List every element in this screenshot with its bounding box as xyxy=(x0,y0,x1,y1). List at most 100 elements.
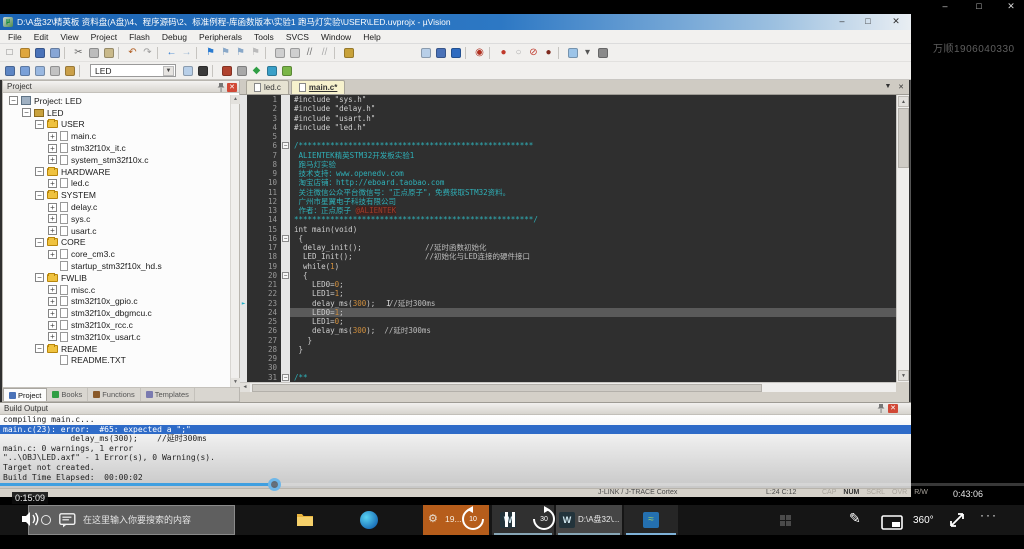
expand-toggle-icon[interactable]: + xyxy=(48,226,57,235)
tree-item-readme-txt[interactable]: README.TXT xyxy=(3,355,231,367)
expand-toggle-icon[interactable]: + xyxy=(48,179,57,188)
document-tab-main-c[interactable]: main.c* xyxy=(291,80,345,94)
start-stop-debug-icon[interactable] xyxy=(448,46,463,60)
build-log-line[interactable]: compiling main.c... xyxy=(0,415,911,425)
expand-toggle-icon[interactable]: + xyxy=(48,214,57,223)
rebuild-all-icon[interactable] xyxy=(32,64,47,78)
menu-window[interactable]: Window xyxy=(315,30,357,44)
player-minimize-button[interactable]: – xyxy=(938,1,952,11)
expand-toggle-icon[interactable]: − xyxy=(35,344,44,353)
tree-item-project-led[interactable]: −Project: LED xyxy=(3,95,231,107)
menu-help[interactable]: Help xyxy=(357,30,386,44)
panel-tab-functions[interactable]: Functions xyxy=(88,388,141,401)
scrollbar-thumb[interactable] xyxy=(252,384,762,392)
target-options-icon[interactable]: ◆ xyxy=(249,64,264,78)
translate-file-icon[interactable] xyxy=(2,64,17,78)
close-icon[interactable]: ✕ xyxy=(888,404,898,413)
build-log-line[interactable]: Build Time Elapsed: 00:00:02 xyxy=(0,473,911,483)
scrollbar-thumb[interactable] xyxy=(898,108,909,168)
panel-tab-project[interactable]: Project xyxy=(3,388,47,401)
build-log-line[interactable]: main.c: 0 warnings, 1 error xyxy=(0,444,911,454)
copy-icon[interactable] xyxy=(86,46,101,60)
file-extensions-books-icon[interactable] xyxy=(264,64,279,78)
navigate-back-icon[interactable]: ← xyxy=(164,46,179,60)
expand-toggle-icon[interactable]: + xyxy=(48,297,57,306)
fold-collapse-icon[interactable]: − xyxy=(282,235,289,242)
debug-settings-icon[interactable] xyxy=(418,46,433,60)
project-tree-scrollbar[interactable]: ▲ ▼ xyxy=(230,95,239,387)
tree-item-main-c[interactable]: +main.c xyxy=(3,130,231,142)
player-close-button[interactable]: ✕ xyxy=(1004,1,1018,12)
build-target-icon[interactable] xyxy=(17,64,32,78)
enable-disable-breakpoint-icon[interactable]: ○ xyxy=(511,46,526,60)
uvision-close-button[interactable]: ✕ xyxy=(886,14,906,29)
expand-toggle-icon[interactable]: − xyxy=(35,191,44,200)
player-maximize-button[interactable]: □ xyxy=(972,1,986,11)
menu-edit[interactable]: Edit xyxy=(28,30,55,44)
menu-flash[interactable]: Flash xyxy=(123,30,156,44)
debug-windows-icon[interactable] xyxy=(195,64,210,78)
menu-svcs[interactable]: SVCS xyxy=(280,30,315,44)
undo-icon[interactable]: ↶ xyxy=(125,46,140,60)
tree-item-fwlib[interactable]: −FWLIB xyxy=(3,272,231,284)
scroll-down-icon[interactable]: ▼ xyxy=(231,378,240,387)
tree-item-delay-c[interactable]: +delay.c xyxy=(3,201,231,213)
fold-collapse-icon[interactable]: − xyxy=(282,142,289,149)
menu-peripherals[interactable]: Peripherals xyxy=(193,30,248,44)
expand-toggle-icon[interactable]: − xyxy=(35,167,44,176)
seek-bar-handle[interactable] xyxy=(268,478,281,491)
configure-flash-tools-icon[interactable] xyxy=(180,64,195,78)
tree-item-stm32f10x-rcc-c[interactable]: +stm32f10x_rcc.c xyxy=(3,319,231,331)
disable-all-breakpoints-icon[interactable]: ⊘ xyxy=(526,46,541,60)
kill-all-breakpoints-icon[interactable]: ● xyxy=(541,46,556,60)
video-frame[interactable]: µ D:\A盘32\精英板 资料盘(A盘)\4、程序源码\2、标准例程-库函数版… xyxy=(0,14,911,497)
menu-file[interactable]: File xyxy=(2,30,28,44)
scroll-left-icon[interactable]: ◄ xyxy=(240,383,250,392)
expand-toggle-icon[interactable]: + xyxy=(48,285,57,294)
insert-bookmark-icon[interactable]: ⚑ xyxy=(203,46,218,60)
scroll-up-icon[interactable]: ▲ xyxy=(898,96,909,107)
expand-toggle-icon[interactable]: − xyxy=(35,273,44,282)
uvision-maximize-button[interactable]: □ xyxy=(858,14,878,29)
build-output-log[interactable]: compiling main.c...main.c(23): error: #6… xyxy=(0,415,911,489)
fullscreen-icon[interactable] xyxy=(948,511,966,534)
panel-tab-templates[interactable]: Templates xyxy=(141,388,195,401)
batch-build-icon[interactable] xyxy=(47,64,62,78)
expand-toggle-icon[interactable]: + xyxy=(48,332,57,341)
window-layout-arrow-icon[interactable]: ▾ xyxy=(580,46,595,60)
menu-debug[interactable]: Debug xyxy=(156,30,193,44)
mini-player-icon[interactable] xyxy=(881,515,903,535)
redo-icon[interactable]: ↷ xyxy=(140,46,155,60)
next-bookmark-icon[interactable]: ⚑ xyxy=(233,46,248,60)
taskbar-item-video-window[interactable]: W D:\A盘32\... xyxy=(556,505,622,535)
volume-icon[interactable] xyxy=(20,510,40,533)
target-select-dropdown[interactable]: LED ▼ xyxy=(90,64,176,77)
taskbar-search-box[interactable]: 在这里输入你要搜索的内容 xyxy=(28,505,235,535)
comment-selection-icon[interactable]: // xyxy=(302,46,317,60)
expand-toggle-icon[interactable]: + xyxy=(48,155,57,164)
close-icon[interactable]: ✕ xyxy=(227,83,237,92)
tree-item-readme[interactable]: −README xyxy=(3,343,231,355)
build-log-line[interactable]: "..\OBJ\LED.axf" - 1 Error(s), 0 Warning… xyxy=(0,453,911,463)
more-options-icon[interactable]: ··· xyxy=(980,508,998,522)
expand-toggle-icon[interactable]: + xyxy=(48,203,57,212)
build-log-line[interactable]: Target not created. xyxy=(0,463,911,473)
menu-project[interactable]: Project xyxy=(85,30,123,44)
paste-icon[interactable] xyxy=(101,46,116,60)
tree-item-sys-c[interactable]: +sys.c xyxy=(3,213,231,225)
menu-tools[interactable]: Tools xyxy=(248,30,280,44)
rotate-360-icon[interactable]: 360° xyxy=(913,515,934,526)
expand-toggle-icon[interactable]: − xyxy=(35,120,44,129)
pin-icon[interactable] xyxy=(876,404,885,413)
build-log-line[interactable]: delay_ms(300); //延时300ms xyxy=(0,434,911,444)
close-document-icon[interactable]: ✕ xyxy=(896,83,906,91)
tree-item-led-c[interactable]: +led.c xyxy=(3,178,231,190)
prev-bookmark-icon[interactable]: ⚑ xyxy=(218,46,233,60)
manage-project-items-icon[interactable] xyxy=(234,64,249,78)
open-file-icon[interactable] xyxy=(17,46,32,60)
tree-item-core[interactable]: −CORE xyxy=(3,237,231,249)
find-in-files-icon[interactable]: ◉ xyxy=(472,46,487,60)
tree-item-stm32f10x-usart-c[interactable]: +stm32f10x_usart.c xyxy=(3,331,231,343)
tree-item-startup-stm32f10x-hd-s[interactable]: startup_stm32f10x_hd.s xyxy=(3,260,231,272)
indent-icon[interactable] xyxy=(272,46,287,60)
